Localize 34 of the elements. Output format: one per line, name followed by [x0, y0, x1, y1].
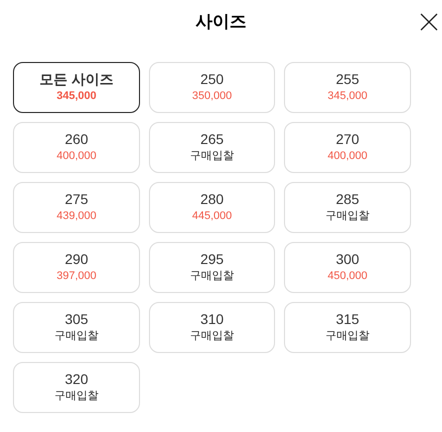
- size-option[interactable]: 320 구매입찰: [13, 362, 140, 413]
- size-price: 구매입찰: [190, 148, 234, 164]
- size-price: 구매입찰: [190, 328, 234, 344]
- size-option[interactable]: 315 구매입찰: [284, 302, 411, 353]
- size-price: 439,000: [56, 208, 96, 224]
- size-option[interactable]: 305 구매입찰: [13, 302, 140, 353]
- size-option[interactable]: 310 구매입찰: [149, 302, 275, 353]
- size-price: 400,000: [56, 148, 96, 164]
- size-option[interactable]: 260 400,000: [13, 122, 140, 173]
- size-price: 345,000: [328, 88, 368, 104]
- size-option[interactable]: 270 400,000: [284, 122, 411, 173]
- size-option[interactable]: 280 445,000: [149, 182, 275, 233]
- size-price: 397,000: [56, 268, 96, 284]
- size-option[interactable]: 275 439,000: [13, 182, 140, 233]
- size-price: 445,000: [192, 208, 232, 224]
- size-price: 345,000: [56, 88, 96, 104]
- close-icon[interactable]: [420, 13, 438, 31]
- size-price: 구매입찰: [326, 208, 370, 224]
- size-option[interactable]: 250 350,000: [149, 62, 275, 113]
- size-price: 구매입찰: [326, 328, 370, 344]
- size-price: 400,000: [328, 148, 368, 164]
- size-price: 구매입찰: [54, 328, 98, 344]
- size-option[interactable]: 255 345,000: [284, 62, 411, 113]
- size-option[interactable]: 295 구매입찰: [149, 242, 275, 293]
- size-price: 450,000: [328, 268, 368, 284]
- size-option[interactable]: 265 구매입찰: [149, 122, 275, 173]
- size-price: 350,000: [192, 88, 232, 104]
- size-option[interactable]: 300 450,000: [284, 242, 411, 293]
- size-option[interactable]: 모든 사이즈 345,000: [13, 62, 140, 113]
- modal-title: 사이즈: [196, 11, 246, 34]
- size-price: 구매입찰: [190, 268, 234, 284]
- size-option[interactable]: 285 구매입찰: [284, 182, 411, 233]
- size-price: 구매입찰: [54, 388, 98, 404]
- size-option[interactable]: 290 397,000: [13, 242, 140, 293]
